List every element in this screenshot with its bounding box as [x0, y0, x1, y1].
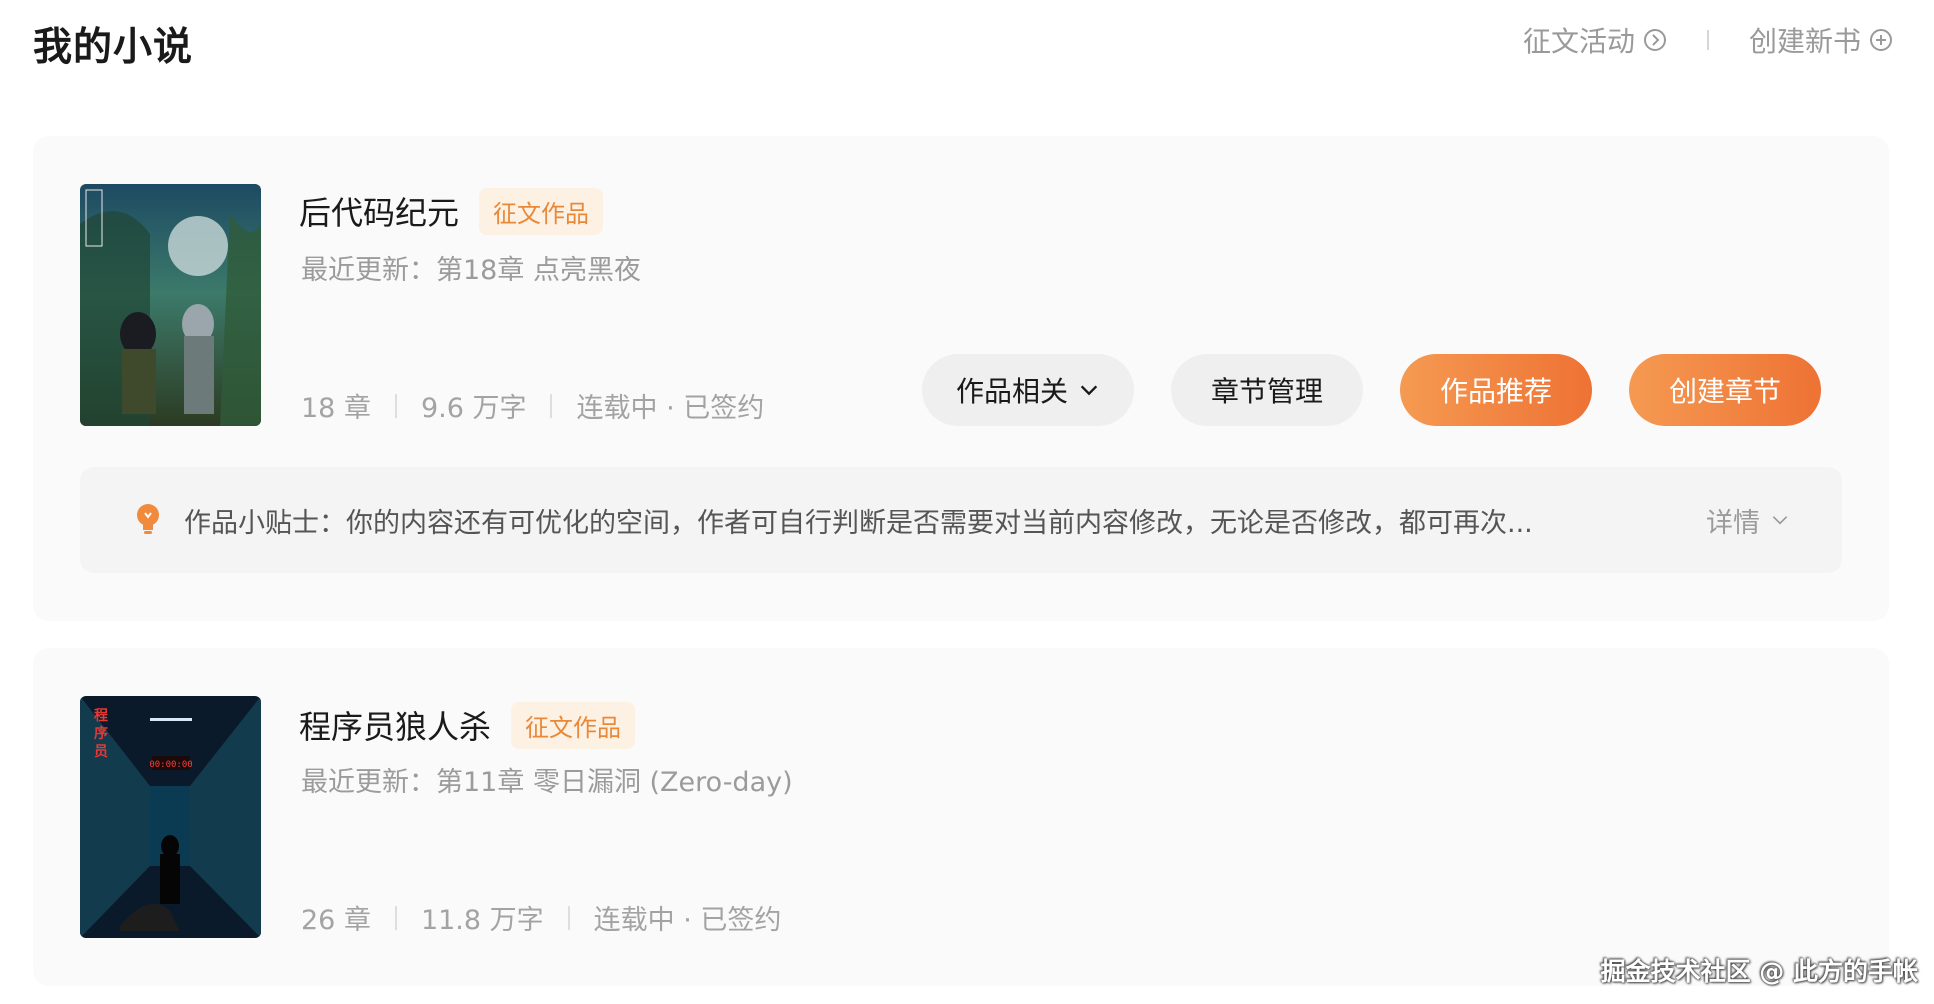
novel-related-dropdown[interactable]: 作品相关 — [922, 354, 1134, 426]
chapter-count: 18 章 — [301, 393, 371, 424]
novel-tip: 作品小贴士：你的内容还有可优化的空间，作者可自行判断是否需要对当前内容修改，无论… — [80, 467, 1842, 573]
novel-stats: 26 章 11.8 万字 连载中 · 已签约 — [301, 898, 781, 937]
divider — [394, 393, 397, 418]
contest-activity-link[interactable]: 征文活动 — [1523, 20, 1667, 60]
top-actions: 征文活动 创建新书 — [1523, 20, 1893, 60]
divider — [394, 905, 397, 930]
contest-tag: 征文作品 — [479, 188, 603, 235]
chapter-count: 26 章 — [301, 905, 371, 936]
cover-title-text: 程 — [94, 708, 108, 724]
cover-art-server-room: 00:00:00 程 序 员 — [80, 696, 261, 938]
recommend-button[interactable]: 作品推荐 — [1400, 354, 1592, 426]
cover-title-text: 序 — [94, 725, 108, 742]
latest-update: 最近更新：第11章 零日漏洞 (Zero-day) — [301, 767, 793, 798]
cover-timer: 00:00:00 — [149, 760, 192, 770]
divider — [567, 905, 570, 930]
novel-cover[interactable]: 00:00:00 程 序 员 — [80, 696, 261, 938]
contest-activity-label: 征文活动 — [1522, 25, 1635, 58]
chevron-down-icon — [1080, 385, 1098, 396]
divider — [1706, 30, 1709, 50]
chevron-circle-icon — [1643, 29, 1666, 51]
plus-circle-icon — [1870, 29, 1892, 51]
create-book-link[interactable]: 创建新书 — [1749, 20, 1893, 60]
novel-title[interactable]: 程序员狼人杀 — [299, 702, 491, 748]
tip-text: 作品小贴士：你的内容还有可优化的空间，作者可自行判断是否需要对当前内容修改，无论… — [184, 507, 1533, 539]
page-title: 我的小说 — [33, 25, 194, 70]
lightbulb-icon — [137, 504, 159, 534]
word-count: 9.6 万字 — [420, 393, 527, 424]
create-book-label: 创建新书 — [1748, 25, 1861, 58]
novel-cover[interactable] — [80, 184, 261, 426]
novel-card: 后代码纪元 征文作品 最近更新：第18章 点亮黑夜 18 章 9.6 万字 连载… — [33, 136, 1889, 621]
novel-title[interactable]: 后代码纪元 — [299, 188, 459, 234]
word-count: 11.8 万字 — [420, 905, 544, 936]
cover-title-text: 员 — [94, 744, 108, 760]
chevron-down-icon — [1772, 516, 1788, 525]
watermark: 掘金技术社区 @ 此方的手帐 — [1600, 957, 1918, 986]
create-chapter-button[interactable]: 创建章节 — [1629, 354, 1821, 426]
tip-detail-button[interactable]: 详情 — [1706, 501, 1790, 540]
divider — [550, 393, 553, 418]
novel-status: 连载中 · 已签约 — [593, 905, 782, 936]
latest-update: 最近更新：第18章 点亮黑夜 — [301, 255, 641, 286]
novel-related-label: 作品相关 — [955, 375, 1068, 408]
contest-tag: 征文作品 — [511, 702, 635, 749]
novel-stats: 18 章 9.6 万字 连载中 · 已签约 — [301, 386, 764, 425]
chapter-manage-button[interactable]: 章节管理 — [1171, 354, 1363, 426]
novel-status: 连载中 · 已签约 — [576, 393, 765, 424]
novel-card: 00:00:00 程 序 员 程序员狼人杀 征文作品 最近更新：第11章 零日漏… — [33, 648, 1889, 986]
tip-detail-label: 详情 — [1706, 507, 1760, 539]
cover-art-forest — [80, 184, 261, 426]
